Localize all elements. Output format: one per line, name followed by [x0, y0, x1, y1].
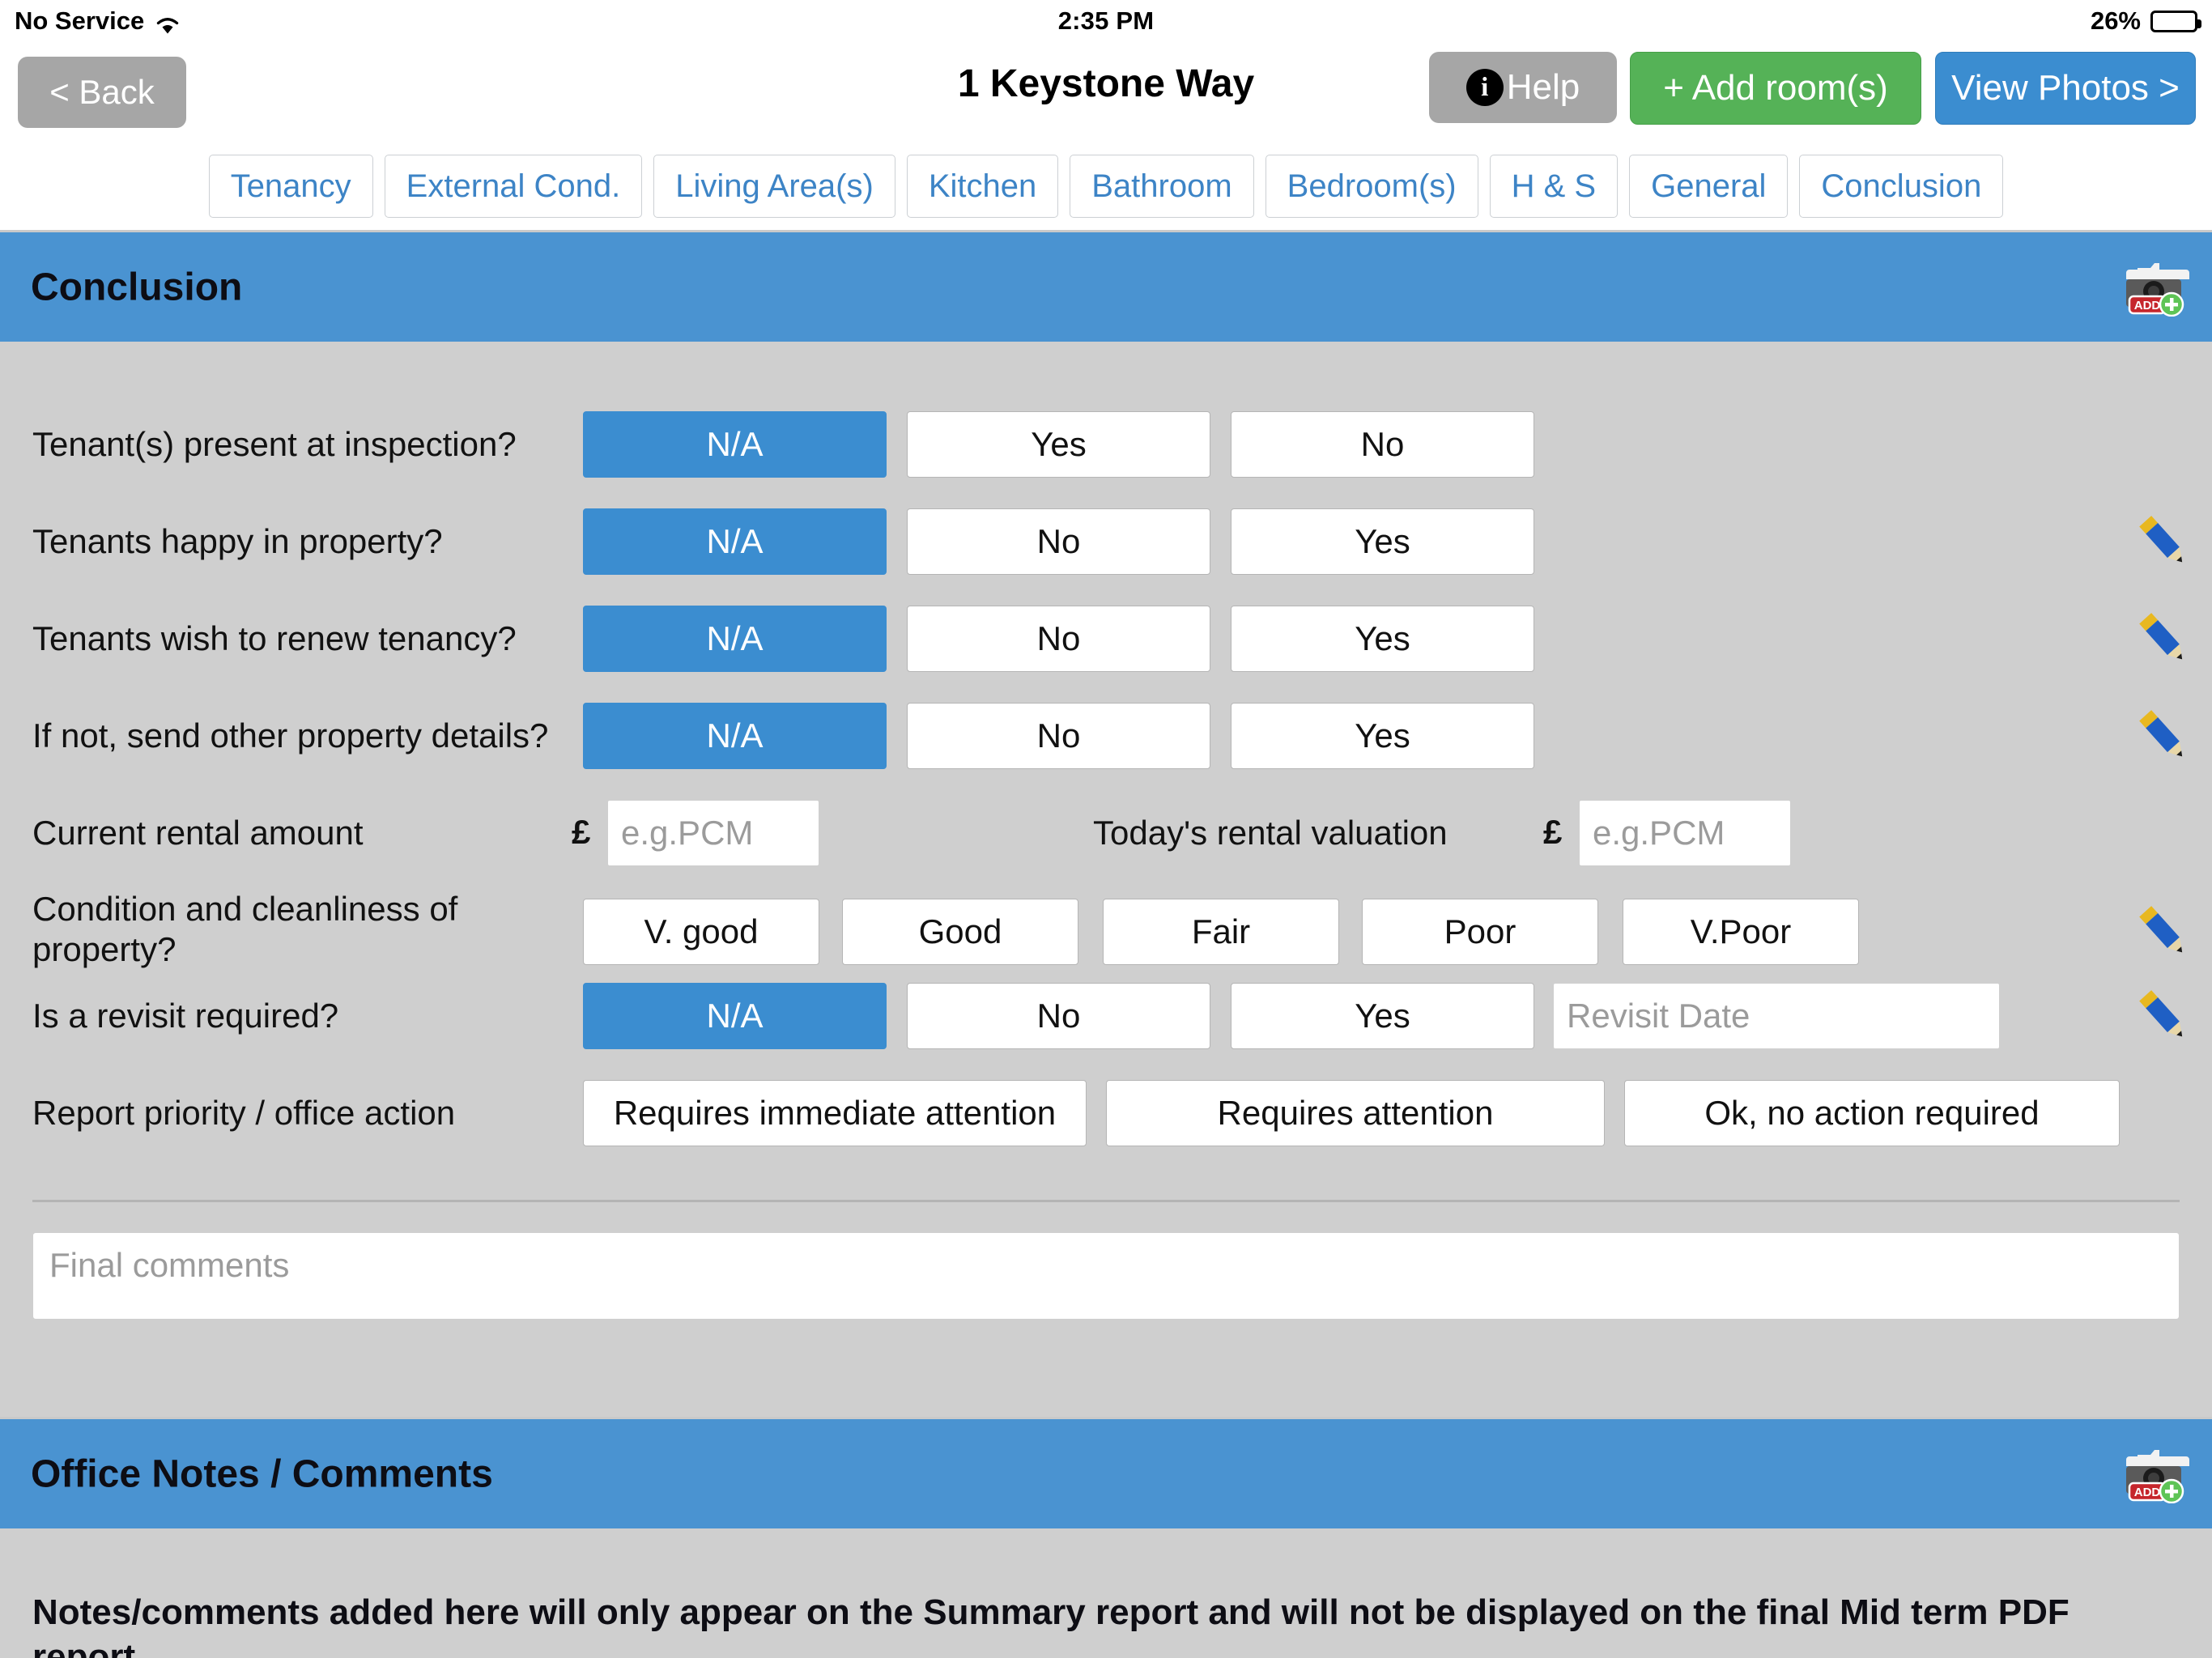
- option-button[interactable]: Yes: [1231, 983, 1534, 1049]
- conclusion-section-title: Conclusion: [31, 266, 243, 308]
- edit-pencil-icon[interactable]: [2134, 704, 2191, 767]
- tab-conclusion[interactable]: Conclusion: [1799, 155, 2004, 218]
- tab-external-cond[interactable]: External Cond.: [384, 155, 643, 218]
- question-label: Condition and cleanliness of property?: [32, 890, 458, 968]
- tab-label: External Cond.: [406, 168, 621, 204]
- revisit-date-input[interactable]: Revisit Date: [1553, 983, 2000, 1049]
- info-icon: i: [1465, 69, 1504, 106]
- question-label: Report priority / office action: [32, 1094, 456, 1132]
- svg-text:ADD: ADD: [2134, 299, 2161, 312]
- question-label: Tenant(s) present at inspection?: [32, 425, 517, 463]
- view-photos-button[interactable]: View Photos >: [1935, 52, 2196, 125]
- status-bar-clock: 2:35 PM: [1057, 6, 1155, 35]
- currency-symbol-valuation: £: [1543, 813, 1563, 851]
- currency-symbol-current: £: [572, 813, 591, 851]
- battery-percent-label: 26%: [2090, 6, 2141, 35]
- edit-pencil-icon[interactable]: [2134, 510, 2191, 573]
- tab-label: Living Area(s): [675, 168, 874, 204]
- option-button[interactable]: Poor: [1362, 899, 1598, 965]
- office-notes-section-title: Office Notes / Comments: [31, 1452, 493, 1495]
- question-label: Is a revisit required?: [32, 997, 339, 1035]
- option-button[interactable]: Yes: [907, 411, 1210, 478]
- current-rental-input[interactable]: e.g.PCM: [607, 800, 819, 866]
- app-root: No Service 2:35 PM 26% < Back 1 Keystone…: [0, 0, 2212, 1658]
- question-label: Current rental amount: [32, 814, 364, 852]
- option-button[interactable]: No: [907, 508, 1210, 575]
- tab-label: Bathroom: [1091, 168, 1232, 204]
- option-button[interactable]: Requires attention: [1106, 1080, 1605, 1146]
- tab-general[interactable]: General: [1629, 155, 1789, 218]
- option-button[interactable]: No: [1231, 411, 1534, 478]
- svg-text:ADD: ADD: [2134, 1486, 2161, 1499]
- option-button[interactable]: V.Poor: [1623, 899, 1859, 965]
- add-photo-camera-icon[interactable]: ADD: [2118, 1445, 2189, 1503]
- tab-kitchen[interactable]: Kitchen: [906, 155, 1059, 218]
- section-divider: [32, 1200, 2180, 1202]
- option-button[interactable]: N/A: [583, 703, 887, 769]
- battery-icon: [2150, 10, 2201, 32]
- tab-label: General: [1651, 168, 1767, 204]
- tab-label: Conclusion: [1821, 168, 1982, 204]
- tab-tenancy[interactable]: Tenancy: [208, 155, 373, 218]
- question-label: Tenants wish to renew tenancy?: [32, 619, 517, 657]
- option-button[interactable]: N/A: [583, 508, 887, 575]
- app-header: < Back 1 Keystone Way i Help + Add room(…: [0, 42, 2212, 142]
- todays-valuation-label: Today's rental valuation: [1093, 814, 1448, 852]
- help-button-label: Help: [1506, 67, 1580, 107]
- add-photo-camera-icon[interactable]: ADD: [2118, 258, 2189, 317]
- question-label: Tenants happy in property?: [32, 522, 443, 560]
- question-label: If not, send other property details?: [32, 716, 549, 755]
- conclusion-form-body: Tenant(s) present at inspection? N/A Yes No…: [0, 342, 2212, 1417]
- office-notes-body: Notes/comments added here will only appe…: [0, 1528, 2212, 1658]
- option-button[interactable]: V. good: [583, 899, 819, 965]
- option-button[interactable]: Yes: [1231, 703, 1534, 769]
- option-button[interactable]: No: [907, 983, 1210, 1049]
- option-button[interactable]: N/A: [583, 606, 887, 672]
- office-notes-disclaimer: Notes/comments added here will only appe…: [32, 1592, 2069, 1658]
- edit-pencil-icon[interactable]: [2134, 900, 2191, 963]
- option-button[interactable]: N/A: [583, 983, 887, 1049]
- option-button[interactable]: Requires immediate attention: [583, 1080, 1087, 1146]
- option-button[interactable]: N/A: [583, 411, 887, 478]
- option-button[interactable]: No: [907, 703, 1210, 769]
- option-button[interactable]: Yes: [1231, 508, 1534, 575]
- tab-bedroom-s[interactable]: Bedroom(s): [1265, 155, 1478, 218]
- tab-living-area-s[interactable]: Living Area(s): [653, 155, 895, 218]
- option-button[interactable]: Ok, no action required: [1624, 1080, 2120, 1146]
- edit-pencil-icon[interactable]: [2134, 607, 2191, 670]
- option-button[interactable]: No: [907, 606, 1210, 672]
- option-button[interactable]: Fair: [1103, 899, 1339, 965]
- edit-pencil-icon[interactable]: [2134, 984, 2191, 1048]
- office-notes-section-header: Office Notes / Comments ADD: [0, 1417, 2212, 1528]
- tab-label: Tenancy: [230, 168, 351, 204]
- todays-valuation-input[interactable]: e.g.PCM: [1579, 800, 1791, 866]
- tab-label: H & S: [1511, 168, 1597, 204]
- final-comments-textarea[interactable]: Final comments: [32, 1232, 2180, 1320]
- conclusion-section-header: Conclusion ADD: [0, 230, 2212, 342]
- help-button[interactable]: i Help: [1429, 52, 1617, 123]
- section-tab-bar: Tenancy External Cond. Living Area(s) Kitch…: [0, 142, 2212, 230]
- status-bar-right: 26%: [2090, 6, 2201, 36]
- tab-bathroom[interactable]: Bathroom: [1070, 155, 1254, 218]
- add-rooms-button[interactable]: + Add room(s): [1630, 52, 1921, 125]
- tab-label: Bedroom(s): [1287, 168, 1457, 204]
- option-button[interactable]: Good: [842, 899, 1078, 965]
- tab-h-s[interactable]: H & S: [1489, 155, 1619, 218]
- option-button[interactable]: Yes: [1231, 606, 1534, 672]
- status-bar: No Service 2:35 PM 26%: [0, 0, 2212, 42]
- tab-label: Kitchen: [928, 168, 1037, 204]
